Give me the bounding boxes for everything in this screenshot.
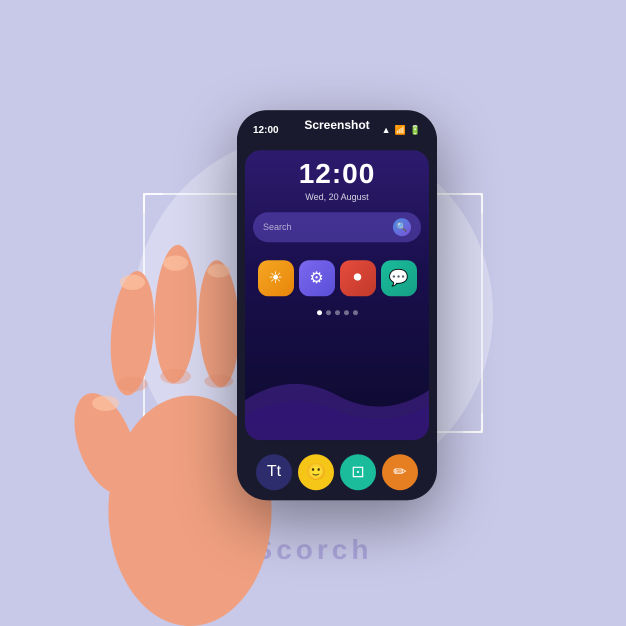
- corner-tr: [463, 193, 483, 213]
- app-icon-camera[interactable]: ⏺: [340, 260, 376, 296]
- toolbar-text-button[interactable]: Tt: [256, 454, 292, 490]
- phone-wrapper: 12:00 ▲ 📶 🔋 Screenshot 12:00 Wed, 20 Aug…: [237, 110, 437, 500]
- search-bar[interactable]: Search 🔍: [253, 212, 421, 242]
- toolbar-pen-button[interactable]: ✏: [382, 454, 418, 490]
- dot-1: [317, 310, 322, 315]
- phone-screen: 12:00 Wed, 20 August Search 🔍 ☀ ⚙ ⏺ 💬: [245, 150, 429, 440]
- dot-2: [326, 310, 331, 315]
- search-placeholder: Search: [263, 222, 292, 232]
- page-dots: [245, 310, 429, 315]
- screenshot-label: Screenshot: [237, 118, 437, 132]
- corner-br: [463, 413, 483, 433]
- app-icons-row: ☀ ⚙ ⏺ 💬: [245, 252, 429, 304]
- bottom-toolbar: Tt 🙂 ⊡ ✏: [245, 444, 429, 500]
- app-icon-settings[interactable]: ⚙: [299, 260, 335, 296]
- screen-waves: [245, 360, 429, 440]
- dot-4: [344, 310, 349, 315]
- screen-clock: 12:00: [245, 158, 429, 190]
- toolbar-emoji-button[interactable]: 🙂: [298, 454, 334, 490]
- app-icon-chat[interactable]: 💬: [381, 260, 417, 296]
- screen-date: Wed, 20 August: [245, 192, 429, 202]
- dot-5: [353, 310, 358, 315]
- search-icon: 🔍: [393, 218, 411, 236]
- dot-3: [335, 310, 340, 315]
- phone: 12:00 ▲ 📶 🔋 Screenshot 12:00 Wed, 20 Aug…: [237, 110, 437, 500]
- toolbar-crop-button[interactable]: ⊡: [340, 454, 376, 490]
- app-icon-sun[interactable]: ☀: [258, 260, 294, 296]
